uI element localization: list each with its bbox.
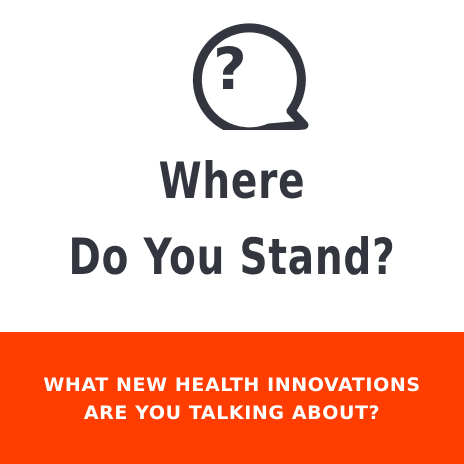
banner-line-1: WHAT NEW HEALTH INNOVATIONS (43, 374, 421, 396)
promo-top-section: ? Where Do You Stand? (0, 0, 464, 332)
call-to-action-banner: WHAT NEW HEALTH INNOVATIONS ARE YOU TALK… (0, 332, 464, 464)
banner-line-2: ARE YOU TALKING ABOUT? (83, 402, 381, 424)
promo-card: ? Where Do You Stand? WHAT NEW HEALTH IN… (0, 0, 464, 464)
headline-line-1: Where (158, 152, 306, 210)
headline-line-2: Do You Stand? (68, 228, 396, 286)
question-mark-icon: ? (213, 35, 247, 103)
